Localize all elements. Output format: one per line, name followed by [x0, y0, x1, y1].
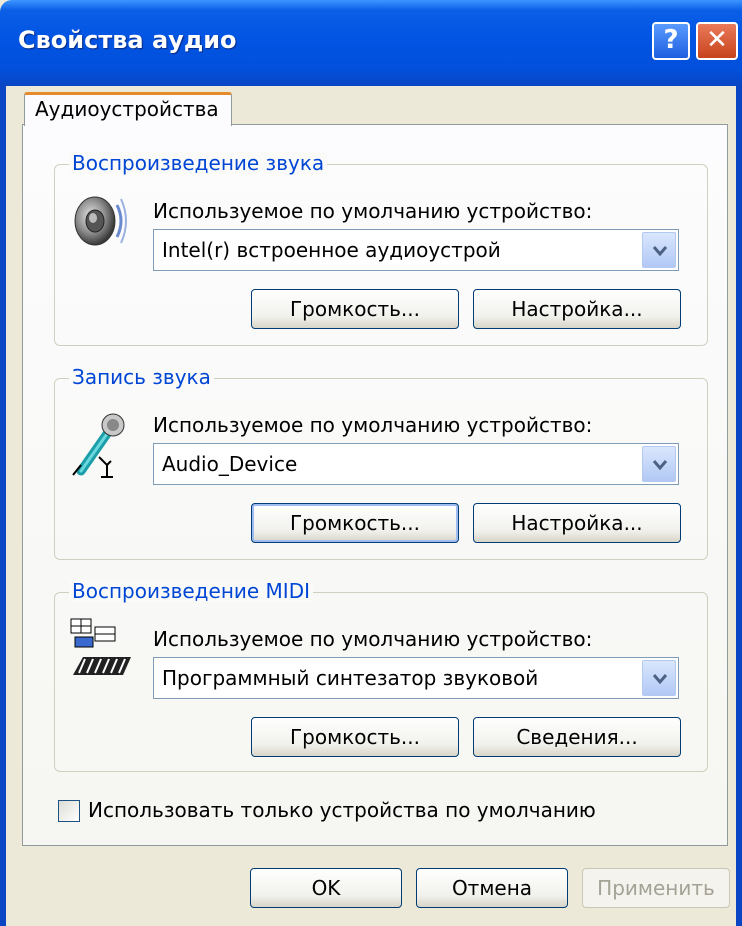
- default-only-checkbox[interactable]: [58, 800, 80, 822]
- recording-volume-button[interactable]: Громкость...: [251, 503, 459, 543]
- apply-button: Применить: [582, 868, 730, 908]
- recording-device-label: Используемое по умолчанию устройство:: [153, 413, 593, 437]
- midi-info-button[interactable]: Сведения...: [473, 717, 681, 757]
- cancel-button[interactable]: Отмена: [416, 868, 568, 908]
- chevron-down-icon[interactable]: [642, 660, 676, 696]
- window-title: Свойства аудио: [18, 26, 237, 54]
- window-frame-left: [0, 86, 6, 926]
- close-button[interactable]: ✕: [696, 22, 738, 60]
- chevron-down-icon[interactable]: [642, 446, 676, 482]
- audio-properties-window: Свойства аудио ? ✕ Аудиоустройства Воспр…: [0, 0, 742, 926]
- recording-device-value: Audio_Device: [162, 452, 298, 476]
- recording-device-select[interactable]: Audio_Device: [153, 443, 679, 485]
- recording-group-title: Запись звука: [69, 366, 214, 388]
- playback-group-title: Воспроизведение звука: [69, 152, 328, 174]
- microphone-icon: [72, 413, 125, 478]
- midi-device-label: Используемое по умолчанию устройство:: [153, 627, 593, 651]
- midi-device-select[interactable]: Программный синтезатор звуковой: [153, 657, 679, 699]
- playback-device-label: Используемое по умолчанию устройство:: [153, 199, 593, 223]
- ok-button[interactable]: OK: [250, 868, 402, 908]
- playback-device-select[interactable]: Intel(r) встроенное аудиоустрой: [153, 229, 679, 271]
- chevron-down-icon[interactable]: [642, 232, 676, 268]
- help-button[interactable]: ?: [652, 22, 690, 60]
- tab-audio-devices[interactable]: Аудиоустройства: [24, 92, 232, 126]
- playback-group: Воспроизведение звука Используемое по ум…: [54, 152, 708, 346]
- playback-settings-button[interactable]: Настройка...: [473, 289, 681, 329]
- midi-keyboard-icon: [70, 618, 131, 675]
- recording-settings-button[interactable]: Настройка...: [473, 503, 681, 543]
- default-only-label[interactable]: Использовать только устройства по умолча…: [88, 798, 596, 822]
- midi-group-title: Воспроизведение MIDI: [69, 580, 314, 602]
- recording-group: Запись звука Используемое по умолчанию у…: [54, 366, 708, 560]
- playback-device-value: Intel(r) встроенное аудиоустрой: [162, 238, 501, 262]
- midi-volume-button[interactable]: Громкость...: [251, 717, 459, 757]
- playback-volume-button[interactable]: Громкость...: [251, 289, 459, 329]
- midi-device-value: Программный синтезатор звуковой: [162, 666, 539, 690]
- title-bar[interactable]: Свойства аудио ? ✕: [0, 0, 742, 86]
- midi-group: Воспроизведение MIDI Используемое по умо…: [54, 580, 708, 772]
- window-frame-right: [736, 86, 742, 926]
- speaker-icon: [74, 196, 127, 246]
